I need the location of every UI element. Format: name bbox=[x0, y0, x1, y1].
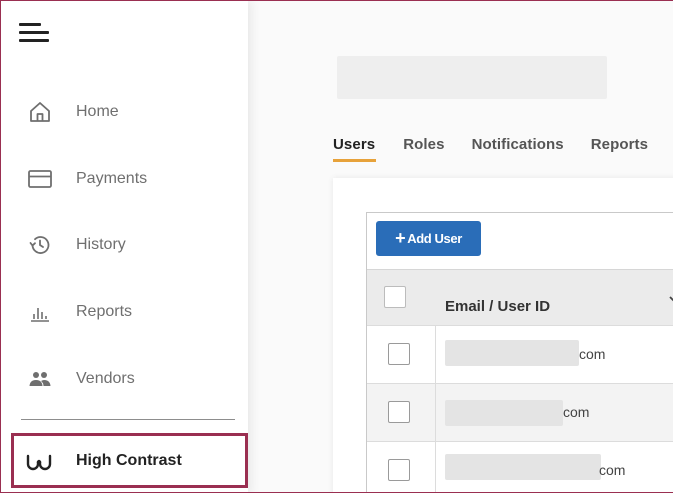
app-frame: Home Payments History Reports Vendors Hi… bbox=[0, 0, 673, 493]
high-contrast-label: High Contrast bbox=[76, 451, 182, 469]
glasses-icon bbox=[26, 448, 52, 474]
sidebar-item-history[interactable]: History bbox=[1, 223, 248, 267]
sidebar-item-reports[interactable]: Reports bbox=[1, 290, 248, 334]
email-redacted bbox=[445, 340, 579, 366]
column-divider bbox=[435, 384, 436, 442]
table-row[interactable]: com bbox=[367, 325, 673, 384]
chevron-down-icon[interactable] bbox=[667, 292, 673, 306]
table-row[interactable]: com bbox=[367, 383, 673, 442]
column-divider bbox=[435, 442, 436, 492]
sidebar-item-label: Reports bbox=[76, 303, 133, 320]
people-icon bbox=[27, 366, 53, 392]
email-redacted bbox=[445, 400, 563, 426]
hamburger-icon[interactable] bbox=[19, 21, 49, 47]
history-icon bbox=[27, 232, 53, 258]
table-row[interactable]: com bbox=[367, 441, 673, 492]
tab-reports[interactable]: Reports bbox=[591, 132, 648, 162]
column-divider bbox=[435, 326, 436, 384]
tab-bar: Users Roles Notifications Reports bbox=[333, 132, 673, 162]
home-icon bbox=[27, 99, 53, 125]
plus-icon: + bbox=[395, 228, 406, 248]
page-title-placeholder bbox=[337, 56, 607, 99]
card-icon bbox=[27, 166, 53, 192]
add-user-button[interactable]: + Add User bbox=[376, 221, 481, 256]
sidebar-item-label: Vendors bbox=[76, 370, 135, 387]
table-header: Email / User ID bbox=[367, 269, 673, 325]
select-all-checkbox[interactable] bbox=[384, 286, 406, 308]
sidebar-item-payments[interactable]: Payments bbox=[1, 157, 248, 201]
email-redacted bbox=[445, 454, 601, 480]
sidebar-item-label: Home bbox=[76, 103, 119, 120]
column-header-email: Email / User ID bbox=[445, 298, 551, 315]
add-user-label: Add User bbox=[407, 231, 462, 246]
sidebar-item-home[interactable]: Home bbox=[1, 90, 248, 134]
bar-chart-icon bbox=[27, 299, 53, 325]
high-contrast-toggle[interactable]: High Contrast bbox=[11, 433, 248, 488]
tab-roles[interactable]: Roles bbox=[403, 132, 444, 162]
sidebar: Home Payments History Reports Vendors Hi… bbox=[1, 1, 248, 492]
email-suffix: com bbox=[563, 404, 590, 420]
email-suffix: com bbox=[599, 462, 626, 478]
users-table: + Add User Email / User ID com com com bbox=[366, 212, 673, 492]
tab-notifications[interactable]: Notifications bbox=[472, 132, 564, 162]
sidebar-divider bbox=[21, 419, 235, 420]
sidebar-item-label: History bbox=[76, 236, 126, 253]
tab-users[interactable]: Users bbox=[333, 132, 377, 162]
sidebar-item-label: Payments bbox=[76, 170, 148, 187]
row-checkbox[interactable] bbox=[388, 459, 410, 481]
row-checkbox[interactable] bbox=[388, 401, 410, 423]
email-suffix: com bbox=[579, 346, 606, 362]
sidebar-item-vendors[interactable]: Vendors bbox=[1, 357, 248, 401]
row-checkbox[interactable] bbox=[388, 343, 410, 365]
